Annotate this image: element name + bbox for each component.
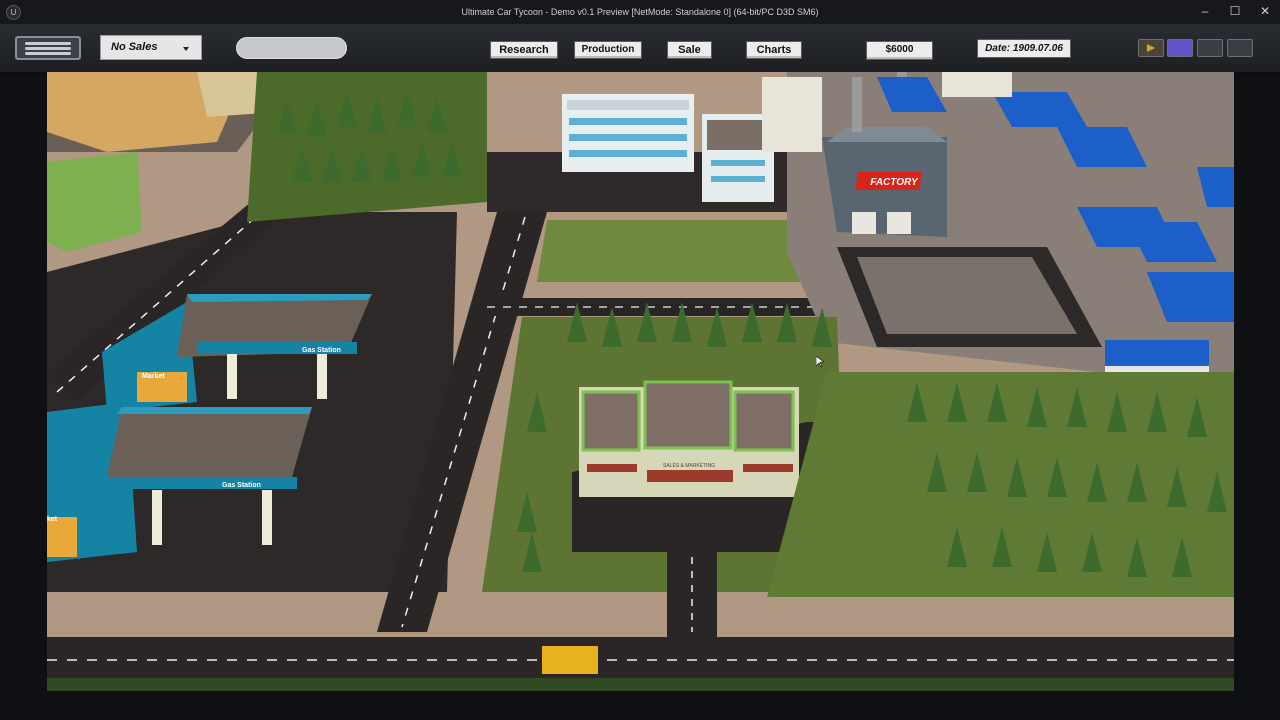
research-button[interactable]: Research	[490, 41, 558, 59]
gas-station-sign-bottom: Gas Station	[222, 482, 261, 489]
sale-button[interactable]: Sale	[667, 41, 712, 59]
market-sign-bottom: ket	[47, 516, 58, 523]
maximize-button[interactable]: ☐	[1220, 0, 1250, 24]
production-button[interactable]: Production	[574, 41, 642, 59]
close-button[interactable]: ✕	[1250, 0, 1280, 24]
dealership-sign: SALES & MARKETING	[663, 463, 715, 469]
sales-dropdown[interactable]: No Sales	[100, 35, 202, 60]
mouse-cursor-icon	[816, 356, 824, 368]
gas-station-sign-top: Gas Station	[302, 347, 341, 354]
name-input-field[interactable]	[236, 37, 347, 59]
dealership-building: SALES & MARKETING	[579, 380, 799, 497]
storage-tanks	[762, 77, 822, 152]
money-display: $6000	[866, 41, 933, 60]
charts-button[interactable]: Charts	[746, 41, 802, 59]
speed-1-button[interactable]	[1167, 39, 1193, 57]
speed-2-button[interactable]	[1197, 39, 1223, 57]
sales-dropdown-value: No Sales	[111, 41, 158, 53]
chevron-down-icon	[183, 47, 189, 51]
minimize-button[interactable]: –	[1190, 0, 1220, 24]
city-scene[interactable]: FACTORY Market Gas Station ket Gas Stati…	[47, 72, 1234, 691]
window-title: Ultimate Car Tycoon - Demo v0.1 Preview …	[461, 7, 819, 17]
market-sign-top: Market	[142, 373, 165, 380]
park-lawn	[537, 220, 807, 282]
yellow-truck	[542, 646, 598, 674]
play-speed-button[interactable]	[1138, 39, 1164, 57]
main-menu-button[interactable]	[15, 36, 81, 60]
game-viewport[interactable]: FACTORY Market Gas Station ket Gas Stati…	[47, 72, 1234, 691]
window-controls: – ☐ ✕	[1190, 0, 1280, 24]
window-title-bar: U Ultimate Car Tycoon - Demo v0.1 Previe…	[0, 0, 1280, 24]
factory-label: FACTORY	[870, 177, 919, 188]
speed-3-button[interactable]	[1227, 39, 1253, 57]
game-hud-toolbar: No Sales Research Production Sale Charts…	[0, 24, 1280, 73]
date-display: Date: 1909.07.06	[977, 39, 1071, 58]
unreal-logo-icon: U	[6, 5, 21, 20]
play-icon	[1147, 44, 1155, 52]
